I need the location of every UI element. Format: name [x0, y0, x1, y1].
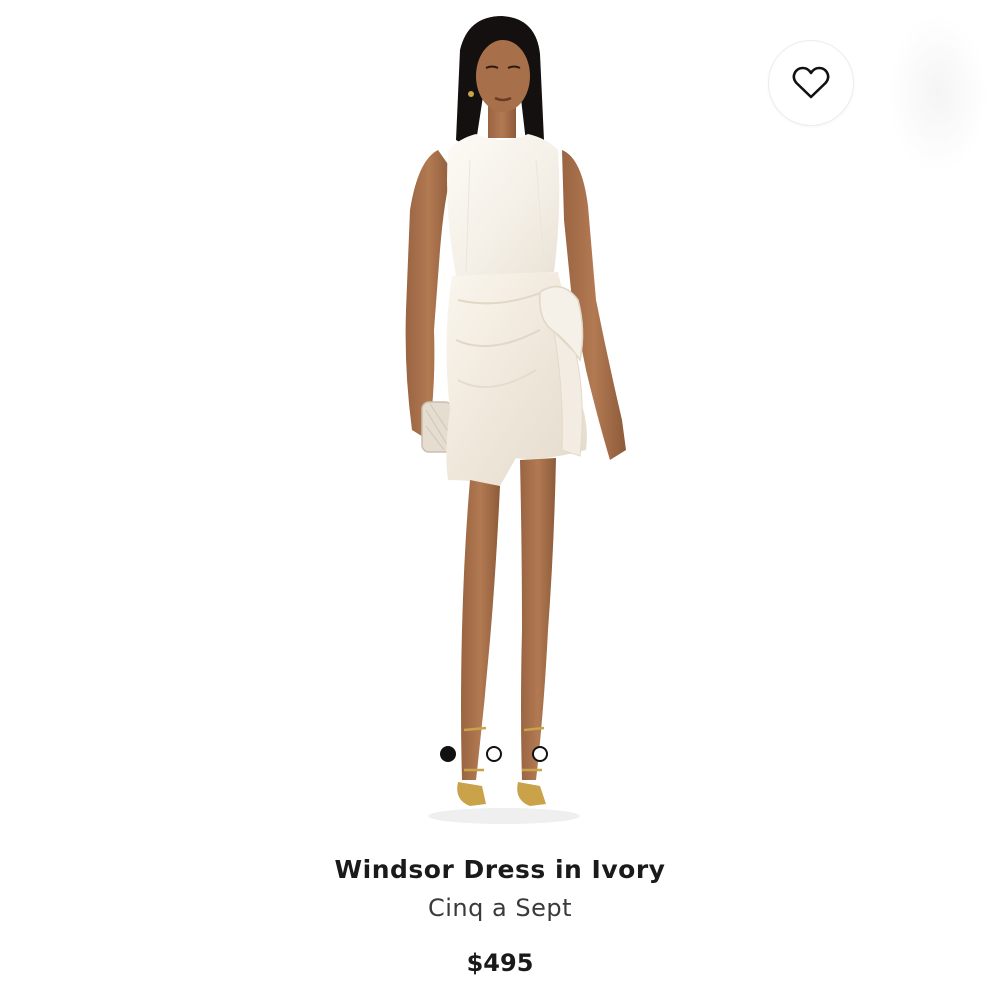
carousel-dot-2[interactable]: [486, 746, 502, 762]
product-name[interactable]: Windsor Dress in Ivory: [0, 850, 1000, 890]
product-image[interactable]: [340, 10, 660, 830]
product-card: Windsor Dress in Ivory Cinq a Sept $495: [0, 0, 1000, 1000]
product-info: Windsor Dress in Ivory Cinq a Sept $495: [0, 850, 1000, 980]
product-price: $495: [466, 949, 534, 977]
background-shadow: [888, 14, 988, 174]
product-image-carousel[interactable]: [0, 0, 1000, 830]
heart-outline-icon: [792, 66, 830, 99]
wishlist-button[interactable]: [768, 40, 854, 126]
carousel-dots: [440, 744, 564, 764]
carousel-dot-1[interactable]: [440, 746, 456, 762]
brand-name[interactable]: Cinq a Sept: [0, 890, 1000, 926]
carousel-dot-3[interactable]: [532, 746, 548, 762]
